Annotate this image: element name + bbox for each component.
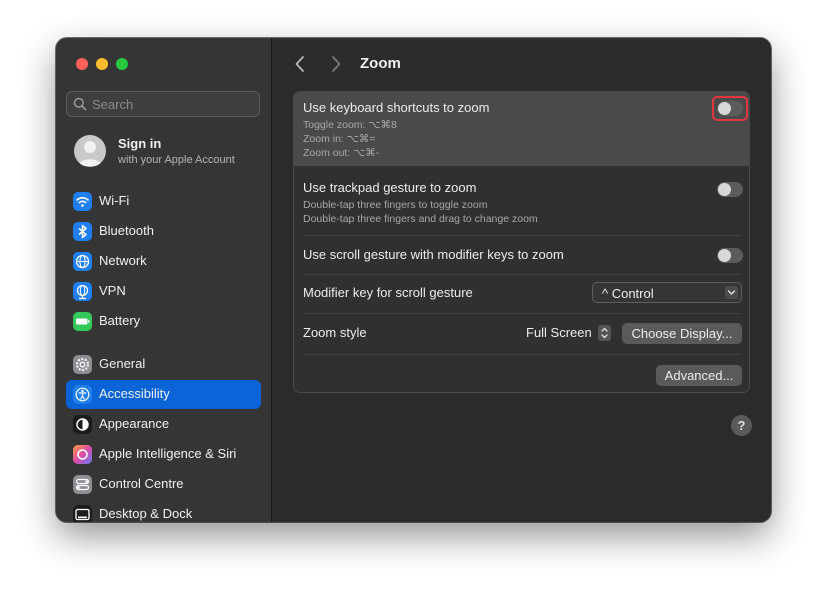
battery-icon <box>73 312 92 331</box>
sidebar-item-label: VPN <box>99 283 126 298</box>
account-title: Sign in <box>118 136 162 151</box>
sidebar-item-bluetooth[interactable]: Bluetooth <box>66 217 261 246</box>
up-down-chevron-icon[interactable] <box>598 325 611 341</box>
sidebar-item-label: General <box>99 356 146 371</box>
chevron-down-icon <box>725 286 738 299</box>
person-icon <box>78 141 102 166</box>
sidebar-item-accessibility[interactable]: Accessibility <box>66 380 261 409</box>
keyboard-shortcuts-toggle[interactable] <box>717 101 743 116</box>
forward-arrow-icon[interactable] <box>325 54 345 74</box>
sidebar-item-control-centre[interactable]: Control Centre <box>66 470 261 499</box>
scroll-gesture-title: Use scroll gesture with modifier keys to… <box>303 247 564 262</box>
accessibility-icon <box>73 385 92 404</box>
wifi-icon <box>73 192 92 211</box>
sidebar-item-label: Battery <box>99 313 141 328</box>
scroll-gesture-toggle[interactable] <box>717 248 743 263</box>
trackpad-gesture-row: Use trackpad gesture to zoom Double-tap … <box>294 172 749 232</box>
dock-icon <box>73 505 92 522</box>
back-arrow-icon[interactable] <box>291 54 311 74</box>
page-title: Zoom <box>360 55 401 72</box>
zoom-style-row: Zoom style Full Screen Choose Display... <box>294 314 749 354</box>
sidebar-item-label: Wi-Fi <box>99 193 130 208</box>
modifier-key-title: Modifier key for scroll gesture <box>303 285 473 300</box>
zoom-window-button[interactable] <box>116 58 128 70</box>
modifier-key-value: ^ Control <box>602 286 654 301</box>
close-window-button[interactable] <box>76 58 88 70</box>
keyboard-shortcut-zoom-out-line: Zoom out: ⌥⌘- <box>303 147 380 159</box>
keyboard-shortcut-zoom-in-line: Zoom in: ⌥⌘= <box>303 133 376 145</box>
sidebar-item-battery[interactable]: Battery <box>66 307 261 336</box>
sidebar-item-network[interactable]: Network <box>66 247 261 276</box>
advanced-button[interactable]: Advanced... <box>656 365 742 386</box>
help-button[interactable]: ? <box>731 415 752 436</box>
sidebar: Sign in with your Apple Account Wi-Fi Bl… <box>56 38 272 522</box>
toggle-knob <box>718 249 731 262</box>
trackpad-gesture-title: Use trackpad gesture to zoom <box>303 180 477 195</box>
sidebar-item-appearance[interactable]: Appearance <box>66 410 261 439</box>
control-centre-icon <box>73 475 92 494</box>
sidebar-item-label: Control Centre <box>99 476 184 491</box>
sidebar-item-apple-intelligence-siri[interactable]: Apple Intelligence & Siri <box>66 440 261 469</box>
zoom-style-value[interactable]: Full Screen <box>526 325 592 340</box>
globe-icon <box>73 252 92 271</box>
sidebar-item-label: Apple Intelligence & Siri <box>99 446 237 461</box>
modifier-key-row: Modifier key for scroll gesture ^ Contro… <box>294 275 749 313</box>
sidebar-item-vpn[interactable]: VPN <box>66 277 261 306</box>
toggle-knob <box>718 102 731 115</box>
sidebar-item-label: Desktop & Dock <box>99 506 193 521</box>
settings-window: Sign in with your Apple Account Wi-Fi Bl… <box>56 38 771 522</box>
sidebar-item-label: Accessibility <box>99 386 170 401</box>
trackpad-gesture-toggle[interactable] <box>717 182 743 197</box>
choose-display-button[interactable]: Choose Display... <box>622 323 742 344</box>
scroll-gesture-row: Use scroll gesture with modifier keys to… <box>294 236 749 274</box>
zoom-style-title: Zoom style <box>303 325 367 340</box>
sidebar-item-label: Appearance <box>99 416 170 431</box>
trackpad-toggle-line: Double-tap three fingers to toggle zoom <box>303 199 488 211</box>
keyboard-shortcuts-title: Use keyboard shortcuts to zoom <box>303 100 490 115</box>
trackpad-drag-line: Double-tap three fingers and drag to cha… <box>303 213 538 225</box>
siri-icon <box>73 445 92 464</box>
search-input[interactable] <box>92 95 252 113</box>
modifier-key-select[interactable]: ^ Control <box>592 282 742 303</box>
divider <box>303 354 740 355</box>
avatar <box>74 135 106 167</box>
bluetooth-icon <box>73 222 92 241</box>
content-pane: Zoom Use keyboard shortcuts to zoom Togg… <box>272 38 771 522</box>
sidebar-item-wifi[interactable]: Wi-Fi <box>66 187 261 216</box>
apple-account-sign-in[interactable]: Sign in with your Apple Account <box>74 135 259 171</box>
keyboard-shortcuts-row: Use keyboard shortcuts to zoom Toggle zo… <box>294 92 749 166</box>
vpn-globe-icon <box>73 282 92 301</box>
search-field[interactable] <box>66 91 260 117</box>
appearance-icon <box>73 415 92 434</box>
gear-icon <box>73 355 92 374</box>
search-icon <box>73 97 87 111</box>
sidebar-item-label: Bluetooth <box>99 223 154 238</box>
sidebar-item-general[interactable]: General <box>66 350 261 379</box>
account-subtitle: with your Apple Account <box>118 154 235 166</box>
toggle-knob <box>718 183 731 196</box>
sidebar-item-desktop-dock[interactable]: Desktop & Dock <box>66 500 261 522</box>
keyboard-shortcut-toggle-line: Toggle zoom: ⌥⌘8 <box>303 119 397 131</box>
zoom-settings-panel: Use keyboard shortcuts to zoom Toggle zo… <box>293 91 750 393</box>
minimize-window-button[interactable] <box>96 58 108 70</box>
sidebar-item-label: Network <box>99 253 147 268</box>
